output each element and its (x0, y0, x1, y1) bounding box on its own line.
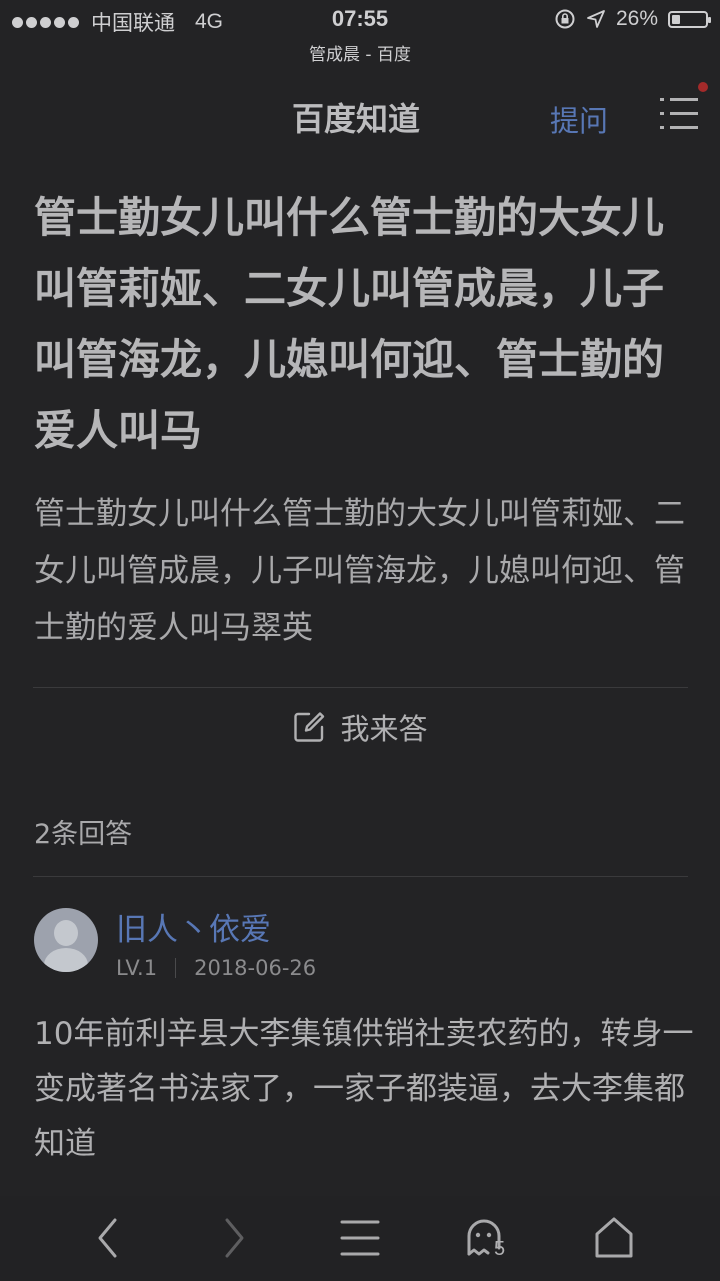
answer-text: 10年前利辛县大李集镇供销社卖农药的，转身一变成著名书法家了，一家子都装逼，去大… (34, 1016, 694, 1162)
question-description: 管士勤女儿叫什么管士勤的大女儿叫管莉娅、二女儿叫管成晨，儿子叫管海龙，儿媳叫何迎… (34, 496, 685, 646)
tabs-count: 5 (494, 1238, 506, 1260)
divider (33, 876, 688, 877)
answers-count: 2条回答 (34, 819, 133, 850)
browser-bottom-bar: 5 (0, 1196, 720, 1281)
answer-meta: LV.1 2018-06-26 (116, 956, 316, 980)
divider (33, 687, 688, 688)
menu-lines-icon[interactable] (338, 1210, 382, 1266)
home-icon[interactable] (592, 1210, 636, 1266)
tabs-button[interactable]: 5 (462, 1210, 522, 1266)
answer-date: 2018-06-26 (194, 956, 317, 980)
ask-button[interactable]: 提问 (550, 98, 608, 140)
avatar-head-shape (54, 920, 78, 946)
battery-percent: 26% (615, 7, 658, 30)
edit-icon (294, 712, 325, 742)
status-right: 26% (554, 7, 711, 31)
page-title-bar[interactable]: 管成晨 - 百度 (0, 40, 720, 65)
status-bar: 中国联通 4G 07:55 26% (0, 0, 720, 40)
question-title: 管士勤女儿叫什么管士勤的大女儿叫管莉娅、二女儿叫管成晨，儿子叫管海龙，儿媳叫何迎… (34, 193, 665, 455)
battery-icon (668, 10, 711, 28)
write-answer-button[interactable]: 我来答 (0, 706, 720, 748)
notification-dot (698, 82, 708, 92)
answer-username[interactable]: 旧人丶依爱 (116, 904, 271, 949)
avatar-body-shape (44, 948, 88, 972)
menu-icon[interactable] (660, 98, 700, 130)
write-answer-label: 我来答 (340, 712, 428, 746)
meta-separator (175, 958, 177, 978)
avatar[interactable] (34, 908, 98, 972)
top-nav: 百度知道 提问 (0, 78, 720, 158)
back-icon[interactable] (88, 1210, 128, 1266)
orientation-lock-icon (555, 9, 575, 29)
forward-icon[interactable] (214, 1210, 254, 1266)
user-level: LV.1 (116, 956, 158, 980)
location-arrow-icon (587, 10, 605, 28)
